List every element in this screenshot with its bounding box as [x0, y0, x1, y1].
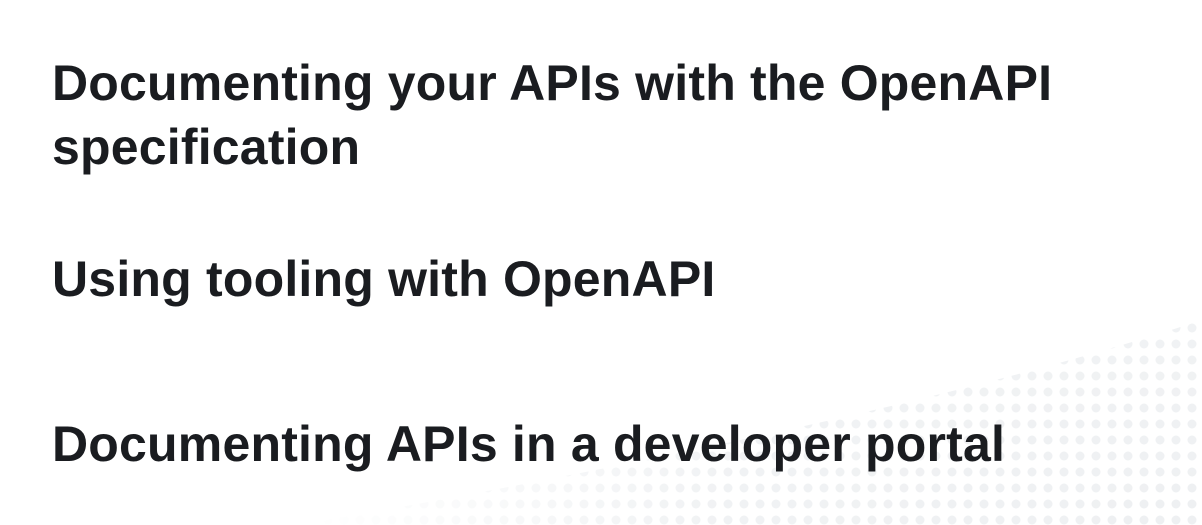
topic-developer-portal: Documenting APIs in a developer portal: [52, 416, 1006, 472]
topic-documenting-openapi: Documenting your APIs with the OpenAPI s…: [52, 55, 1053, 175]
topic-tooling-openapi: Using tooling with OpenAPI: [52, 251, 716, 307]
slide: Documenting your APIs with the OpenAPI s…: [0, 0, 1202, 525]
